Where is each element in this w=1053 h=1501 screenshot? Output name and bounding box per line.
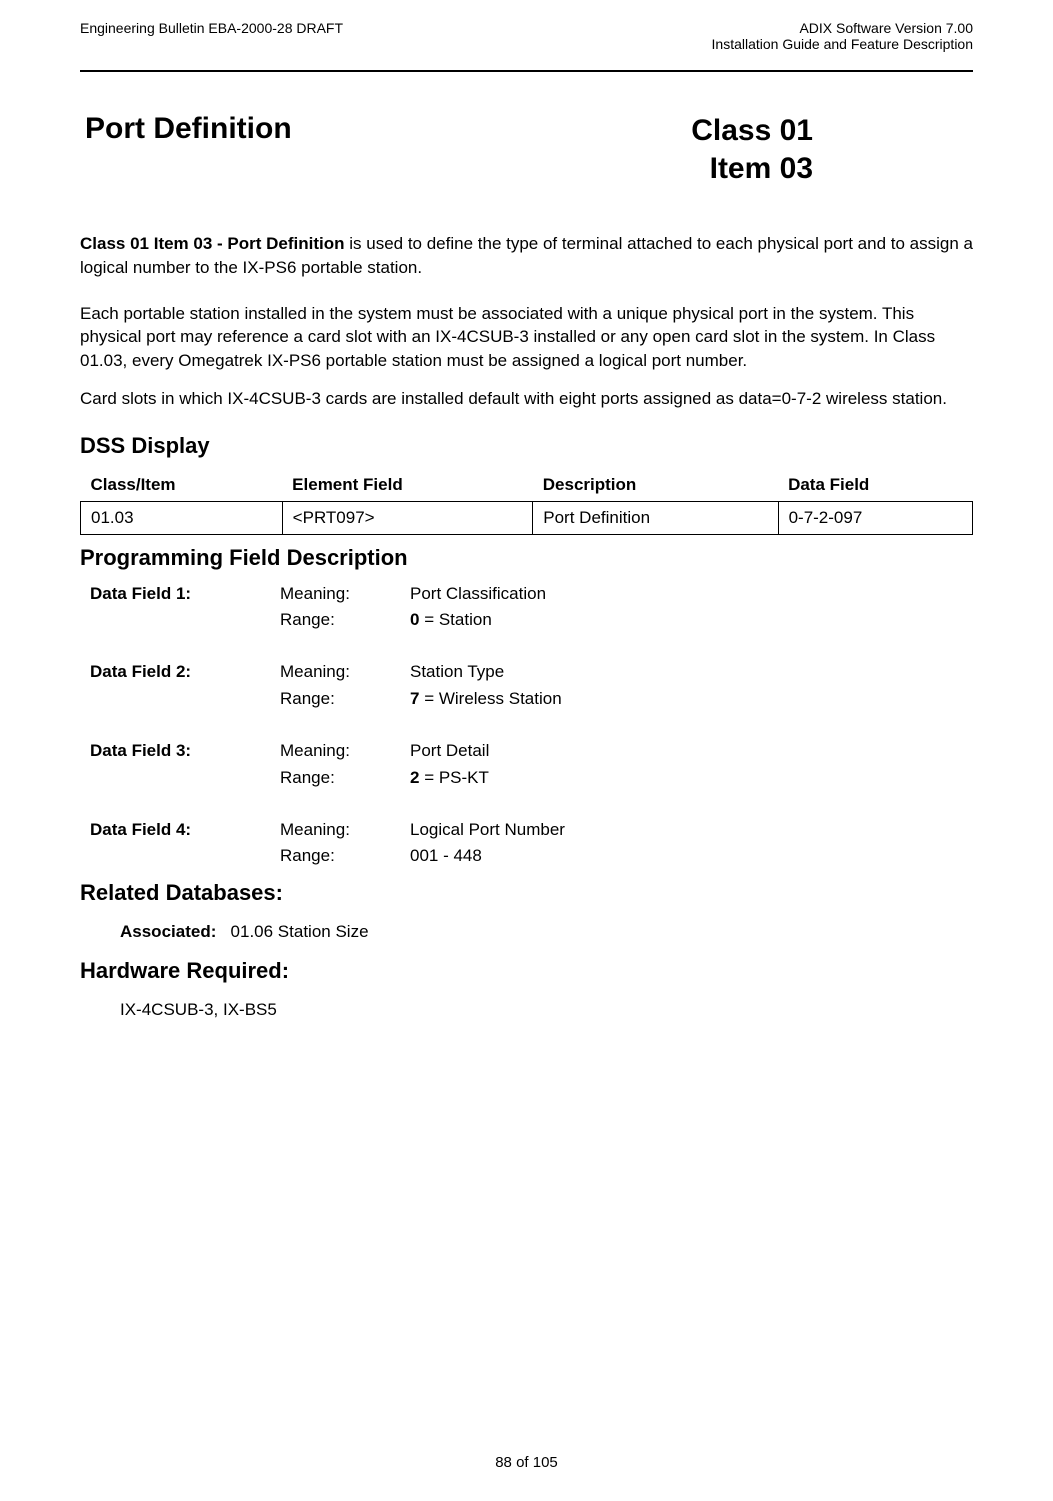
data-field-4-range-val: 001 - 448: [410, 843, 973, 869]
data-field-3-range-val: 2 = PS-KT: [410, 765, 973, 791]
page-header: Engineering Bulletin EBA-2000-28 DRAFT A…: [80, 20, 973, 52]
dss-cell-description: Port Definition: [533, 501, 778, 534]
data-field-2-range-val: 7 = Wireless Station: [410, 686, 973, 712]
data-field-1-block: Data Field 1: Meaning: Port Classificati…: [80, 581, 973, 634]
data-field-1-range-val: 0 = Station: [410, 607, 973, 633]
title-class: Class 01: [691, 112, 813, 150]
paragraph-3: Card slots in which IX-4CSUB-3 cards are…: [80, 387, 973, 411]
data-field-2-meaning-val: Station Type: [410, 659, 973, 685]
data-field-3-meaning-key: Meaning:: [280, 738, 410, 764]
intro-paragraph: Class 01 Item 03 - Port Definition is us…: [80, 232, 973, 280]
data-field-4-block: Data Field 4: Meaning: Logical Port Numb…: [80, 817, 973, 870]
related-databases-row: Associated: 01.06 Station Size: [120, 922, 973, 942]
intro-bold-lead: Class 01 Item 03 - Port Definition: [80, 234, 345, 253]
associated-value: 01.06 Station Size: [231, 922, 369, 941]
data-field-2-range-key: Range:: [280, 686, 410, 712]
hardware-required-heading: Hardware Required:: [80, 958, 973, 984]
data-field-3-block: Data Field 3: Meaning: Port Detail Range…: [80, 738, 973, 791]
data-field-3-range-key: Range:: [280, 765, 410, 791]
data-field-3-label: Data Field 3:: [80, 738, 280, 764]
hardware-required-value: IX-4CSUB-3, IX-BS5: [120, 1000, 973, 1020]
data-field-4-meaning-val: Logical Port Number: [410, 817, 973, 843]
header-right-line2: Installation Guide and Feature Descripti…: [712, 36, 973, 52]
programming-field-description-heading: Programming Field Description: [80, 545, 973, 571]
data-field-2-meaning-key: Meaning:: [280, 659, 410, 685]
page-footer: 88 of 105: [0, 1454, 1053, 1471]
data-field-3-meaning-val: Port Detail: [410, 738, 973, 764]
data-field-2-block: Data Field 2: Meaning: Station Type Rang…: [80, 659, 973, 712]
header-right-line1: ADIX Software Version 7.00: [712, 20, 973, 36]
title-item: Item 03: [691, 150, 813, 188]
dss-cell-classitem: 01.03: [81, 501, 283, 534]
associated-label: Associated:: [120, 922, 216, 941]
header-left: Engineering Bulletin EBA-2000-28 DRAFT: [80, 20, 343, 36]
data-field-1-meaning-key: Meaning:: [280, 581, 410, 607]
dss-table: Class/Item Element Field Description Dat…: [80, 469, 973, 535]
paragraph-2: Each portable station installed in the s…: [80, 302, 973, 373]
page-title: Port Definition: [85, 112, 292, 146]
dss-cell-datafield: 0-7-2-097: [778, 501, 972, 534]
dss-header-datafield: Data Field: [778, 469, 972, 502]
data-field-1-meaning-val: Port Classification: [410, 581, 973, 607]
dss-cell-element: <PRT097>: [282, 501, 533, 534]
dss-header-row: Class/Item Element Field Description Dat…: [81, 469, 973, 502]
data-field-4-meaning-key: Meaning:: [280, 817, 410, 843]
data-field-4-label: Data Field 4:: [80, 817, 280, 843]
data-field-1-label: Data Field 1:: [80, 581, 280, 607]
dss-data-row: 01.03 <PRT097> Port Definition 0-7-2-097: [81, 501, 973, 534]
related-databases-heading: Related Databases:: [80, 880, 973, 906]
header-divider: [80, 70, 973, 72]
data-field-1-range-key: Range:: [280, 607, 410, 633]
dss-display-heading: DSS Display: [80, 433, 973, 459]
dss-header-description: Description: [533, 469, 778, 502]
page-title-row: Port Definition Class 01 Item 03: [85, 112, 973, 187]
dss-header-classitem: Class/Item: [81, 469, 283, 502]
data-field-2-label: Data Field 2:: [80, 659, 280, 685]
data-field-4-range-key: Range:: [280, 843, 410, 869]
dss-header-element: Element Field: [282, 469, 533, 502]
page-title-class-item: Class 01 Item 03: [691, 112, 813, 187]
header-right: ADIX Software Version 7.00 Installation …: [712, 20, 973, 52]
